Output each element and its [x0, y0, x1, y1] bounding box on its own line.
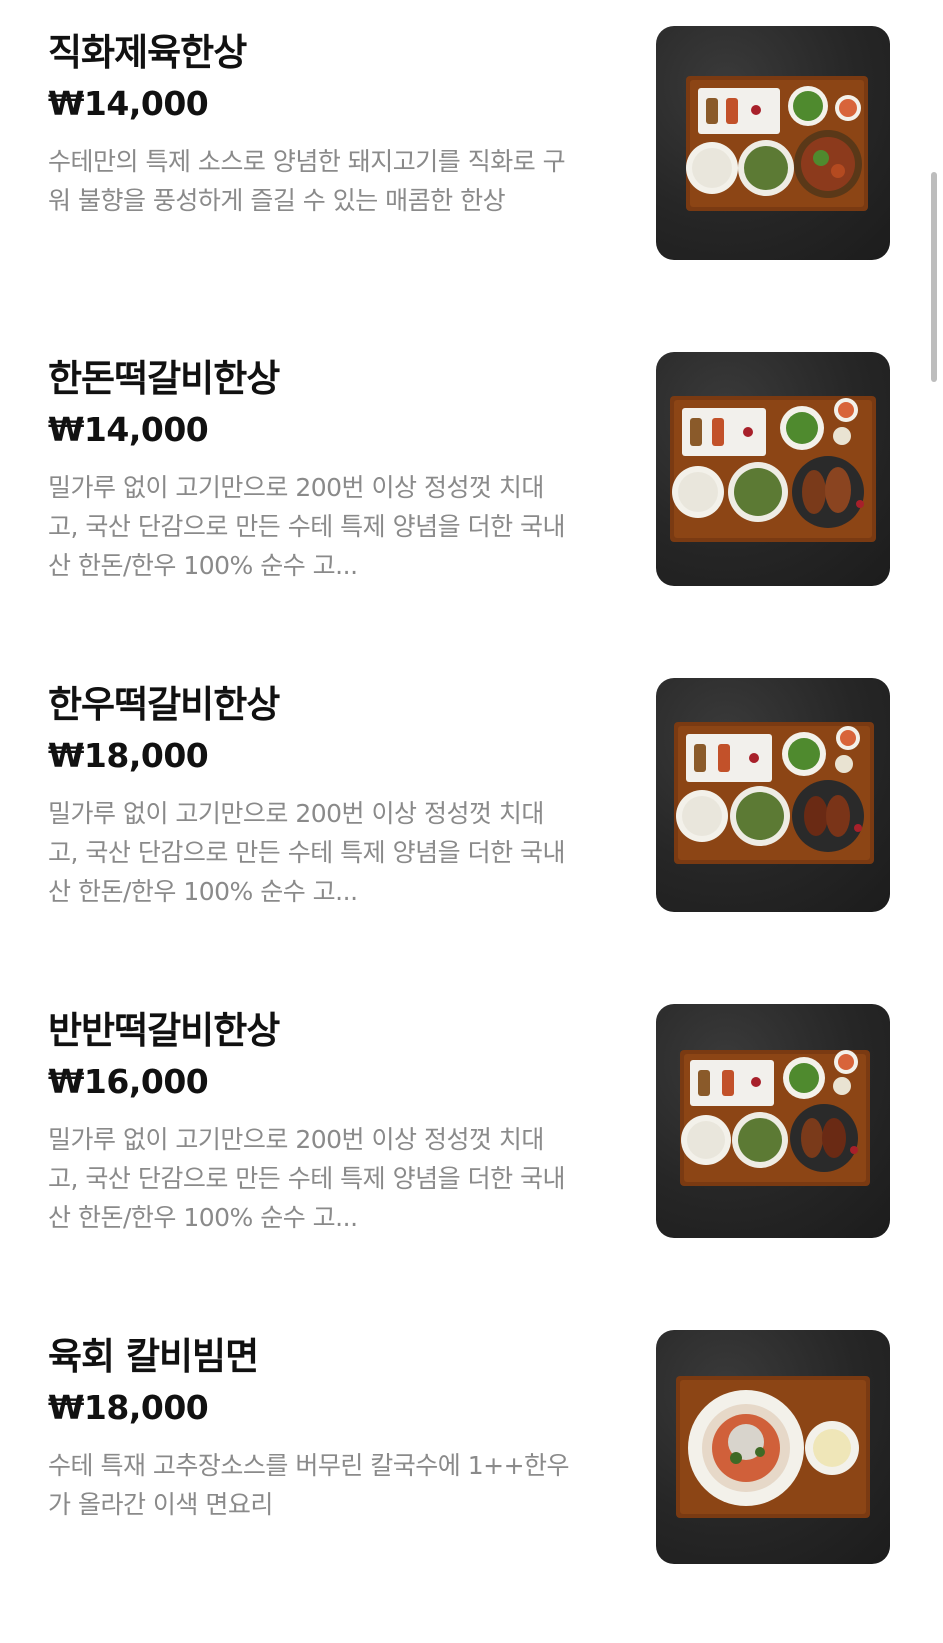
- menu-item-description: 밀가루 없이 고기만으로 200번 이상 정성껏 치대고, 국산 단감으로 만든…: [48, 799, 566, 906]
- menu-item-name: 육회 칼비빔면: [48, 1335, 259, 1378]
- menu-item-description: 수테 특재 고추장소스를 버무린 칼국수에 1++한우가 올라간 이색 면요리: [48, 1451, 570, 1519]
- menu-item-price: ₩14,000: [48, 410, 209, 449]
- menu-item-name: 한돈떡갈비한상: [48, 357, 280, 400]
- menu-item-price: ₩16,000: [48, 1062, 209, 1101]
- menu-item[interactable]: 한돈떡갈비한상 ₩14,000 밀가루 없이 고기만으로 200번 이상 정성껏…: [0, 326, 943, 626]
- menu-item-description: 밀가루 없이 고기만으로 200번 이상 정성껏 치대고, 국산 단감으로 만든…: [48, 1125, 566, 1232]
- scrollbar[interactable]: [931, 172, 937, 382]
- menu-item-description: 수테만의 특제 소스로 양념한 돼지고기를 직화로 구워 불향을 풍성하게 즐길…: [48, 147, 566, 215]
- jeyuk-tray-photo[interactable]: [656, 26, 890, 260]
- menu-item-price: ₩18,000: [48, 736, 209, 775]
- menu-item-description: 밀가루 없이 고기만으로 200번 이상 정성껏 치대고, 국산 단감으로 만든…: [48, 473, 566, 580]
- noodle-tray-photo[interactable]: [656, 1330, 890, 1564]
- menu-item-price: ₩14,000: [48, 84, 209, 123]
- menu-item[interactable]: 한우떡갈비한상 ₩18,000 밀가루 없이 고기만으로 200번 이상 정성껏…: [0, 652, 943, 952]
- menu-item[interactable]: 육회 칼비빔면 ₩18,000 수테 특재 고추장소스를 버무린 칼국수에 1+…: [0, 1304, 943, 1604]
- menu-item-price: ₩18,000: [48, 1388, 209, 1427]
- menu-item[interactable]: 반반떡갈비한상 ₩16,000 밀가루 없이 고기만으로 200번 이상 정성껏…: [0, 978, 943, 1278]
- menu-item-name: 한우떡갈비한상: [48, 683, 280, 726]
- tteokgalbi-tray-photo[interactable]: [656, 1004, 890, 1238]
- tteokgalbi-tray-photo[interactable]: [656, 678, 890, 912]
- menu-list: 직화제육한상 ₩14,000 수테만의 특제 소스로 양념한 돼지고기를 직화로…: [0, 0, 943, 1643]
- menu-item[interactable]: 직화제육한상 ₩14,000 수테만의 특제 소스로 양념한 돼지고기를 직화로…: [0, 0, 943, 300]
- menu-item-name: 직화제육한상: [48, 31, 247, 74]
- menu-item-name: 반반떡갈비한상: [48, 1009, 280, 1052]
- tteokgalbi-tray-photo[interactable]: [656, 352, 890, 586]
